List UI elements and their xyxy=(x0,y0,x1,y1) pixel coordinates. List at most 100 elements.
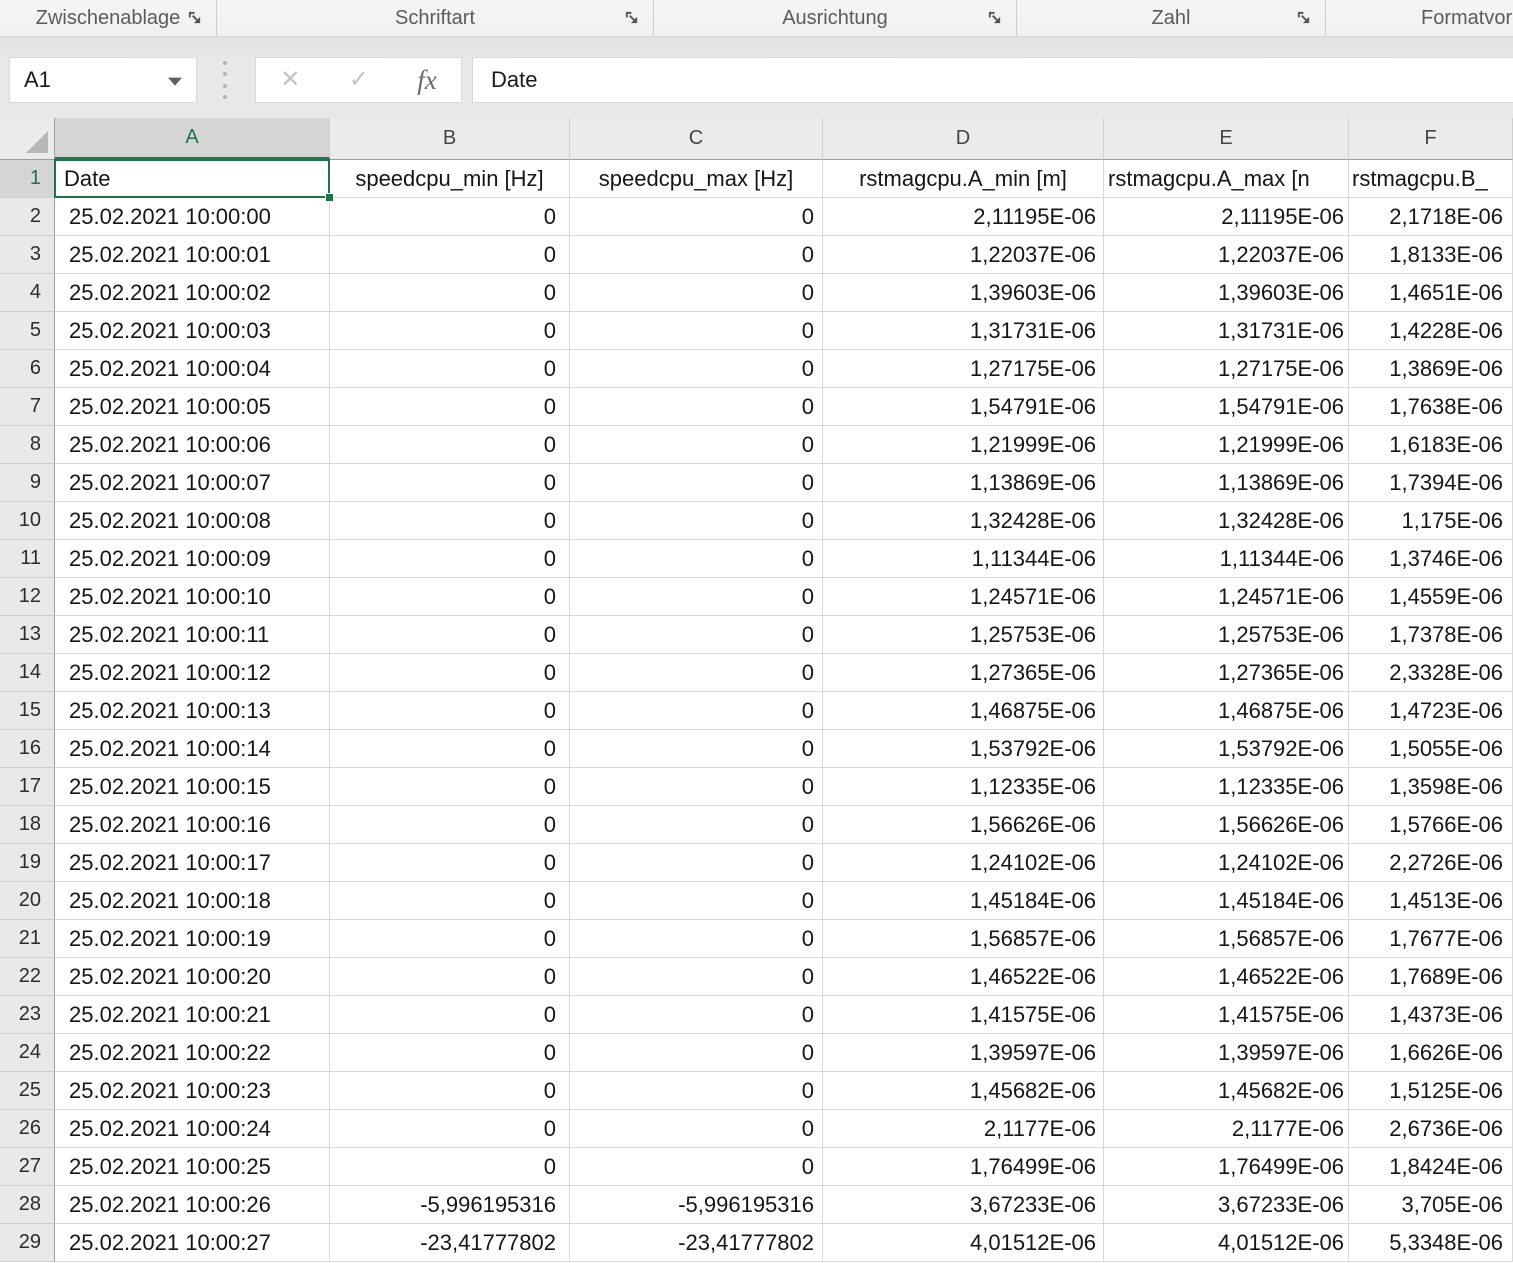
cell-F19[interactable]: 2,2726E-06 xyxy=(1349,844,1513,882)
cell-A8[interactable]: 25.02.2021 10:00:06 xyxy=(55,426,330,464)
cell-C20[interactable]: 0 xyxy=(570,882,823,920)
enter-button[interactable]: ✓ xyxy=(349,68,369,92)
cell-C8[interactable]: 0 xyxy=(570,426,823,464)
cell-D22[interactable]: 1,46522E-06 xyxy=(823,958,1104,996)
row-header-20[interactable]: 20 xyxy=(0,882,55,920)
cell-E28[interactable]: 3,67233E-06 xyxy=(1104,1186,1349,1224)
cell-E7[interactable]: 1,54791E-06 xyxy=(1104,388,1349,426)
cell-F22[interactable]: 1,7689E-06 xyxy=(1349,958,1513,996)
cell-C25[interactable]: 0 xyxy=(570,1072,823,1110)
column-header-C[interactable]: C xyxy=(570,118,823,160)
cell-E22[interactable]: 1,46522E-06 xyxy=(1104,958,1349,996)
cell-A17[interactable]: 25.02.2021 10:00:15 xyxy=(55,768,330,806)
cell-A1[interactable]: Date xyxy=(55,160,330,198)
row-header-6[interactable]: 6 xyxy=(0,350,55,388)
cell-E8[interactable]: 1,21999E-06 xyxy=(1104,426,1349,464)
cell-B22[interactable]: 0 xyxy=(330,958,570,996)
cell-F18[interactable]: 1,5766E-06 xyxy=(1349,806,1513,844)
cell-E20[interactable]: 1,45184E-06 xyxy=(1104,882,1349,920)
cell-D10[interactable]: 1,32428E-06 xyxy=(823,502,1104,540)
cell-A18[interactable]: 25.02.2021 10:00:16 xyxy=(55,806,330,844)
cell-D12[interactable]: 1,24571E-06 xyxy=(823,578,1104,616)
cell-B10[interactable]: 0 xyxy=(330,502,570,540)
cell-A14[interactable]: 25.02.2021 10:00:12 xyxy=(55,654,330,692)
cell-E21[interactable]: 1,56857E-06 xyxy=(1104,920,1349,958)
cell-D24[interactable]: 1,39597E-06 xyxy=(823,1034,1104,1072)
cell-E16[interactable]: 1,53792E-06 xyxy=(1104,730,1349,768)
row-header-16[interactable]: 16 xyxy=(0,730,55,768)
cell-B24[interactable]: 0 xyxy=(330,1034,570,1072)
cell-A9[interactable]: 25.02.2021 10:00:07 xyxy=(55,464,330,502)
cell-B5[interactable]: 0 xyxy=(330,312,570,350)
cell-F9[interactable]: 1,7394E-06 xyxy=(1349,464,1513,502)
cell-B28[interactable]: -5,996195316 xyxy=(330,1186,570,1224)
cell-B7[interactable]: 0 xyxy=(330,388,570,426)
cell-F23[interactable]: 1,4373E-06 xyxy=(1349,996,1513,1034)
row-header-13[interactable]: 13 xyxy=(0,616,55,654)
cell-A26[interactable]: 25.02.2021 10:00:24 xyxy=(55,1110,330,1148)
cell-F1[interactable]: rstmagcpu.B_ xyxy=(1349,160,1513,198)
row-header-4[interactable]: 4 xyxy=(0,274,55,312)
column-header-D[interactable]: D xyxy=(823,118,1104,160)
cell-C23[interactable]: 0 xyxy=(570,996,823,1034)
cell-C13[interactable]: 0 xyxy=(570,616,823,654)
cell-A29[interactable]: 25.02.2021 10:00:27 xyxy=(55,1224,330,1262)
cell-F17[interactable]: 1,3598E-06 xyxy=(1349,768,1513,806)
cell-E27[interactable]: 1,76499E-06 xyxy=(1104,1148,1349,1186)
cell-C18[interactable]: 0 xyxy=(570,806,823,844)
cell-F11[interactable]: 1,3746E-06 xyxy=(1349,540,1513,578)
cell-D18[interactable]: 1,56626E-06 xyxy=(823,806,1104,844)
cell-A23[interactable]: 25.02.2021 10:00:21 xyxy=(55,996,330,1034)
cell-D23[interactable]: 1,41575E-06 xyxy=(823,996,1104,1034)
cell-B3[interactable]: 0 xyxy=(330,236,570,274)
row-header-9[interactable]: 9 xyxy=(0,464,55,502)
cell-C26[interactable]: 0 xyxy=(570,1110,823,1148)
row-header-19[interactable]: 19 xyxy=(0,844,55,882)
cell-F2[interactable]: 2,1718E-06 xyxy=(1349,198,1513,236)
row-header-11[interactable]: 11 xyxy=(0,540,55,578)
cell-A22[interactable]: 25.02.2021 10:00:20 xyxy=(55,958,330,996)
cell-B8[interactable]: 0 xyxy=(330,426,570,464)
cell-C6[interactable]: 0 xyxy=(570,350,823,388)
cell-C28[interactable]: -5,996195316 xyxy=(570,1186,823,1224)
cell-D6[interactable]: 1,27175E-06 xyxy=(823,350,1104,388)
cell-C3[interactable]: 0 xyxy=(570,236,823,274)
cell-B12[interactable]: 0 xyxy=(330,578,570,616)
cell-A19[interactable]: 25.02.2021 10:00:17 xyxy=(55,844,330,882)
cell-B6[interactable]: 0 xyxy=(330,350,570,388)
cell-C5[interactable]: 0 xyxy=(570,312,823,350)
cell-D17[interactable]: 1,12335E-06 xyxy=(823,768,1104,806)
cell-B20[interactable]: 0 xyxy=(330,882,570,920)
row-header-27[interactable]: 27 xyxy=(0,1148,55,1186)
cell-C24[interactable]: 0 xyxy=(570,1034,823,1072)
row-header-29[interactable]: 29 xyxy=(0,1224,55,1262)
cell-E14[interactable]: 1,27365E-06 xyxy=(1104,654,1349,692)
column-header-F[interactable]: F xyxy=(1349,118,1513,160)
cell-E3[interactable]: 1,22037E-06 xyxy=(1104,236,1349,274)
cell-E23[interactable]: 1,41575E-06 xyxy=(1104,996,1349,1034)
cell-E11[interactable]: 1,11344E-06 xyxy=(1104,540,1349,578)
formula-bar-drag-handle[interactable] xyxy=(223,61,227,99)
cell-A15[interactable]: 25.02.2021 10:00:13 xyxy=(55,692,330,730)
row-header-23[interactable]: 23 xyxy=(0,996,55,1034)
cell-C17[interactable]: 0 xyxy=(570,768,823,806)
row-header-3[interactable]: 3 xyxy=(0,236,55,274)
cell-E12[interactable]: 1,24571E-06 xyxy=(1104,578,1349,616)
row-header-12[interactable]: 12 xyxy=(0,578,55,616)
cell-A6[interactable]: 25.02.2021 10:00:04 xyxy=(55,350,330,388)
cell-A5[interactable]: 25.02.2021 10:00:03 xyxy=(55,312,330,350)
cell-B15[interactable]: 0 xyxy=(330,692,570,730)
cell-D21[interactable]: 1,56857E-06 xyxy=(823,920,1104,958)
cell-E2[interactable]: 2,11195E-06 xyxy=(1104,198,1349,236)
cell-C22[interactable]: 0 xyxy=(570,958,823,996)
dialog-launcher-icon[interactable] xyxy=(187,10,203,26)
cell-B2[interactable]: 0 xyxy=(330,198,570,236)
cell-A7[interactable]: 25.02.2021 10:00:05 xyxy=(55,388,330,426)
cell-F10[interactable]: 1,175E-06 xyxy=(1349,502,1513,540)
cell-D2[interactable]: 2,11195E-06 xyxy=(823,198,1104,236)
cell-E5[interactable]: 1,31731E-06 xyxy=(1104,312,1349,350)
cell-E1[interactable]: rstmagcpu.A_max [n xyxy=(1104,160,1349,198)
insert-function-button[interactable]: fx xyxy=(417,67,437,94)
name-box-dropdown-icon[interactable] xyxy=(168,78,182,86)
cell-F13[interactable]: 1,7378E-06 xyxy=(1349,616,1513,654)
